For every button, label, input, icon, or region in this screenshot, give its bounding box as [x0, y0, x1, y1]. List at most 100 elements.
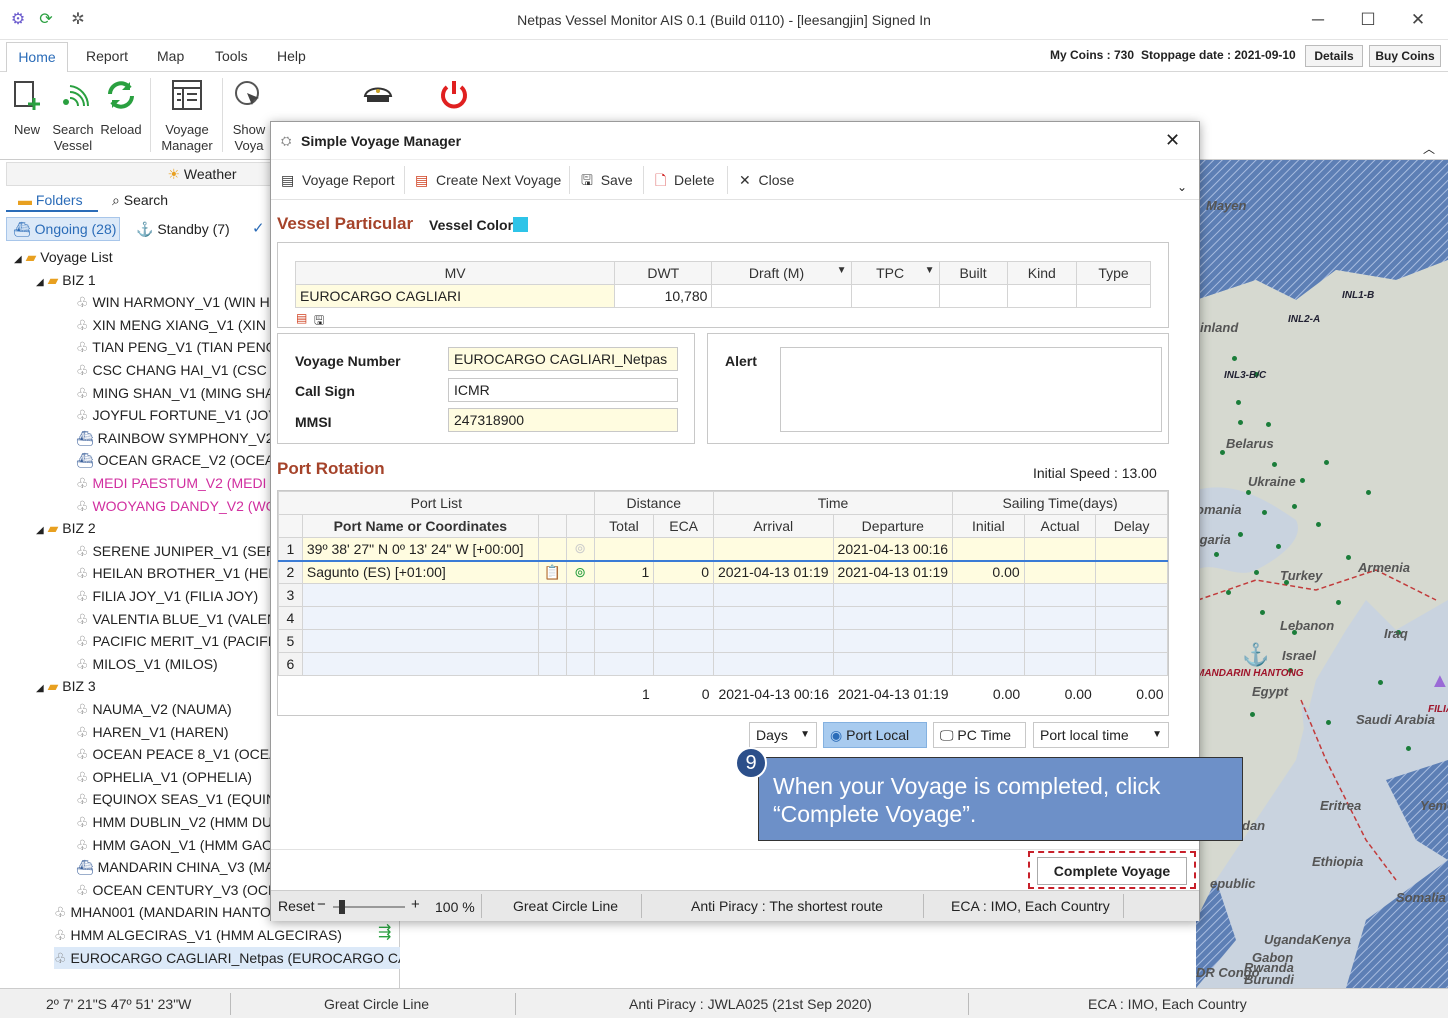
search-tab[interactable]: ⌕ Search [112, 188, 212, 212]
port-row[interactable]: 1 39º 38' 27" N 0º 13' 24" W [+00:00] ⊚ 202… [278, 537, 1168, 561]
vp-type-cell[interactable] [1076, 284, 1151, 308]
mmsi-input[interactable]: 247318900 [448, 408, 678, 432]
eca-cell[interactable] [653, 629, 714, 653]
actual-cell[interactable] [1023, 560, 1097, 584]
search-vessel-button[interactable]: Search Vessel [50, 78, 96, 154]
dialog-close-icon[interactable]: ✕ [1165, 130, 1180, 151]
delay-cell[interactable] [1095, 537, 1168, 561]
vp-save-icon[interactable]: 🖫 [314, 311, 324, 332]
vp-edit-icon[interactable]: ▤ [296, 311, 307, 325]
close-button[interactable]: ✕ Close [739, 160, 794, 200]
collapse-icon[interactable]: ◢ [14, 254, 22, 265]
voyage-number-input[interactable]: EUROCARGO CAGLIARI_Netpas [448, 347, 678, 371]
arrival-cell[interactable] [712, 583, 834, 607]
port-name-cell[interactable] [301, 583, 539, 607]
vp-header[interactable]: DWT [614, 261, 713, 285]
vp-built-cell[interactable] [938, 284, 1008, 308]
vp-dwt-cell[interactable]: 10,780 [614, 284, 713, 308]
departure-cell[interactable] [832, 629, 954, 653]
zoom-slider-thumb[interactable] [339, 900, 345, 914]
port-row[interactable]: 3 [278, 583, 1168, 607]
departure-cell[interactable]: 2021-04-13 00:16 [832, 537, 954, 561]
port-row[interactable]: 5 [278, 629, 1168, 653]
collapse-ribbon-icon[interactable]: ︿ [1423, 140, 1435, 157]
new-button[interactable]: New [6, 78, 48, 138]
vp-header[interactable]: Kind [1006, 261, 1078, 285]
toolbar-expand-icon[interactable]: ⌄ [1177, 180, 1187, 194]
collapse-icon[interactable]: ◢ [36, 683, 44, 694]
voyage-item[interactable]: ♧ EUROCARGO CAGLIARI_Netpas (EUROCARGO C… [54, 946, 400, 969]
menu-help[interactable]: Help [277, 48, 306, 64]
initial-cell[interactable] [952, 652, 1025, 676]
call-sign-input[interactable]: ICMR [448, 378, 678, 402]
eca-cell[interactable] [653, 606, 714, 630]
port-name-cell[interactable] [301, 606, 539, 630]
total-cell[interactable] [593, 606, 655, 630]
standby-tab[interactable]: ⚓ Standby (7) [136, 217, 246, 241]
total-cell[interactable] [593, 629, 655, 653]
share-icon[interactable]: ⇶ [378, 922, 391, 942]
arrival-header[interactable]: Arrival [712, 514, 834, 538]
map-area[interactable]: ⚓ ▲ Mayen INL1-B INL2-A inland INL3-B/C Belaru… [1196, 160, 1448, 988]
port-name-cell[interactable] [301, 629, 539, 653]
eca-header[interactable]: ECA [653, 514, 714, 538]
menu-map[interactable]: Map [157, 48, 184, 64]
voyage-item[interactable]: ♧ HMM ALGECIRAS_V1 (HMM ALGECIRAS) [54, 924, 400, 946]
arrival-cell[interactable]: 2021-04-13 01:19 [712, 560, 834, 584]
menu-home[interactable]: Home [6, 42, 68, 73]
port-name-cell[interactable]: Sagunto (ES) [+01:00] [301, 560, 539, 584]
reload-button[interactable]: Reload [98, 78, 144, 138]
vp-header[interactable]: TPC ▼ [850, 261, 940, 285]
departure-header[interactable]: Departure [832, 514, 954, 538]
vp-header[interactable]: Draft (M) ▼ [711, 261, 852, 285]
delay-cell[interactable] [1095, 560, 1168, 584]
details-button[interactable]: Details [1305, 45, 1363, 67]
ongoing-tab[interactable]: ⛴ Ongoing (28) [6, 217, 120, 241]
delete-button[interactable]: 🗋 Delete [655, 160, 715, 200]
departure-cell[interactable] [832, 583, 954, 607]
departure-cell[interactable]: 2021-04-13 01:19 [832, 560, 954, 584]
total-cell[interactable] [593, 537, 655, 561]
departure-cell[interactable] [832, 652, 954, 676]
completed-check-icon[interactable]: ✓ [252, 219, 265, 237]
vp-draft-cell[interactable] [711, 284, 852, 308]
zoom-in-button[interactable]: + [411, 896, 420, 913]
show-voyage-button[interactable]: Show Voya [228, 78, 270, 154]
eca-cell[interactable] [653, 583, 714, 607]
delay-cell[interactable] [1095, 583, 1168, 607]
maximize-button[interactable]: ☐ [1348, 8, 1388, 32]
vp-kind-cell[interactable] [1006, 284, 1078, 308]
menu-tools[interactable]: Tools [215, 48, 248, 64]
delay-cell[interactable] [1095, 606, 1168, 630]
save-button[interactable]: 🖫 Save [581, 160, 633, 200]
actual-cell[interactable] [1023, 583, 1097, 607]
initial-cell[interactable] [952, 583, 1025, 607]
actual-cell[interactable] [1023, 629, 1097, 653]
arrival-cell[interactable] [712, 629, 834, 653]
total-header[interactable]: Total [593, 514, 655, 538]
initial-cell[interactable] [952, 537, 1025, 561]
port-local-button[interactable]: ◉ Port Local [823, 722, 927, 748]
vp-mv-cell[interactable]: EUROCARGO CAGLIARI [294, 284, 616, 308]
eca-cell[interactable] [653, 652, 714, 676]
complete-voyage-button[interactable]: Complete Voyage [1037, 857, 1187, 885]
create-next-voyage-button[interactable]: ▤ Create Next Voyage [415, 160, 561, 200]
actual-cell[interactable] [1023, 537, 1097, 561]
days-select[interactable]: Days ▼ [749, 722, 817, 748]
eca-cell[interactable]: 0 [653, 560, 714, 584]
power-button[interactable] [434, 78, 474, 122]
arrival-cell[interactable] [712, 606, 834, 630]
departure-cell[interactable] [832, 606, 954, 630]
actual-cell[interactable] [1023, 606, 1097, 630]
delay-header[interactable]: Delay [1095, 514, 1168, 538]
port-local-time-select[interactable]: Port local time ▼ [1033, 722, 1169, 748]
pc-time-button[interactable]: 🖵 PC Time [933, 722, 1026, 748]
voyage-report-button[interactable]: ▤ Voyage Report [281, 160, 395, 200]
memo-icon[interactable]: 📋 [544, 564, 561, 580]
port-row[interactable]: 4 [278, 606, 1168, 630]
vp-header[interactable]: Built [938, 261, 1008, 285]
initial-cell[interactable]: 0.00 [952, 560, 1025, 584]
total-cell[interactable] [593, 583, 655, 607]
port-row[interactable]: 2 Sagunto (ES) [+01:00] 📋 ⊚ 1 0 2021-04-13 01:… [278, 560, 1168, 584]
delay-cell[interactable] [1095, 652, 1168, 676]
